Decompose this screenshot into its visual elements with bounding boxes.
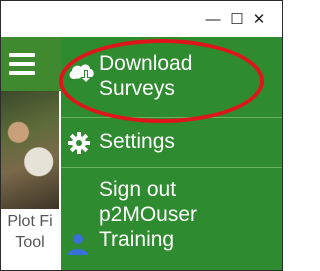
close-button[interactable]: ✕: [236, 1, 282, 37]
menu-item-sign-out[interactable]: Sign out p2MOuser Training: [61, 177, 282, 267]
menu-item-label: Settings: [99, 130, 175, 153]
title-bar: — ☐ ✕: [1, 1, 282, 37]
app-window: — ☐ ✕ Plot Fi Tool Download Surveys Sett…: [0, 0, 283, 271]
background-photo: [1, 91, 59, 209]
menu-item-settings[interactable]: Settings: [61, 129, 282, 159]
navigation-drawer: Download Surveys Settings Sign out p2MOu…: [61, 37, 282, 270]
background-tile-label: Plot Fi Tool: [7, 213, 53, 251]
menu-divider: [61, 167, 282, 168]
menu-divider: [61, 117, 282, 118]
cloud-download-icon: [67, 61, 97, 85]
menu-icon[interactable]: [9, 53, 35, 75]
user-icon: [67, 233, 89, 255]
menu-item-download-surveys[interactable]: Download Surveys: [61, 51, 282, 111]
menu-item-label: Sign out p2MOuser Training: [99, 178, 198, 251]
gear-icon: [67, 131, 91, 155]
menu-item-label: Download Surveys: [99, 52, 193, 100]
